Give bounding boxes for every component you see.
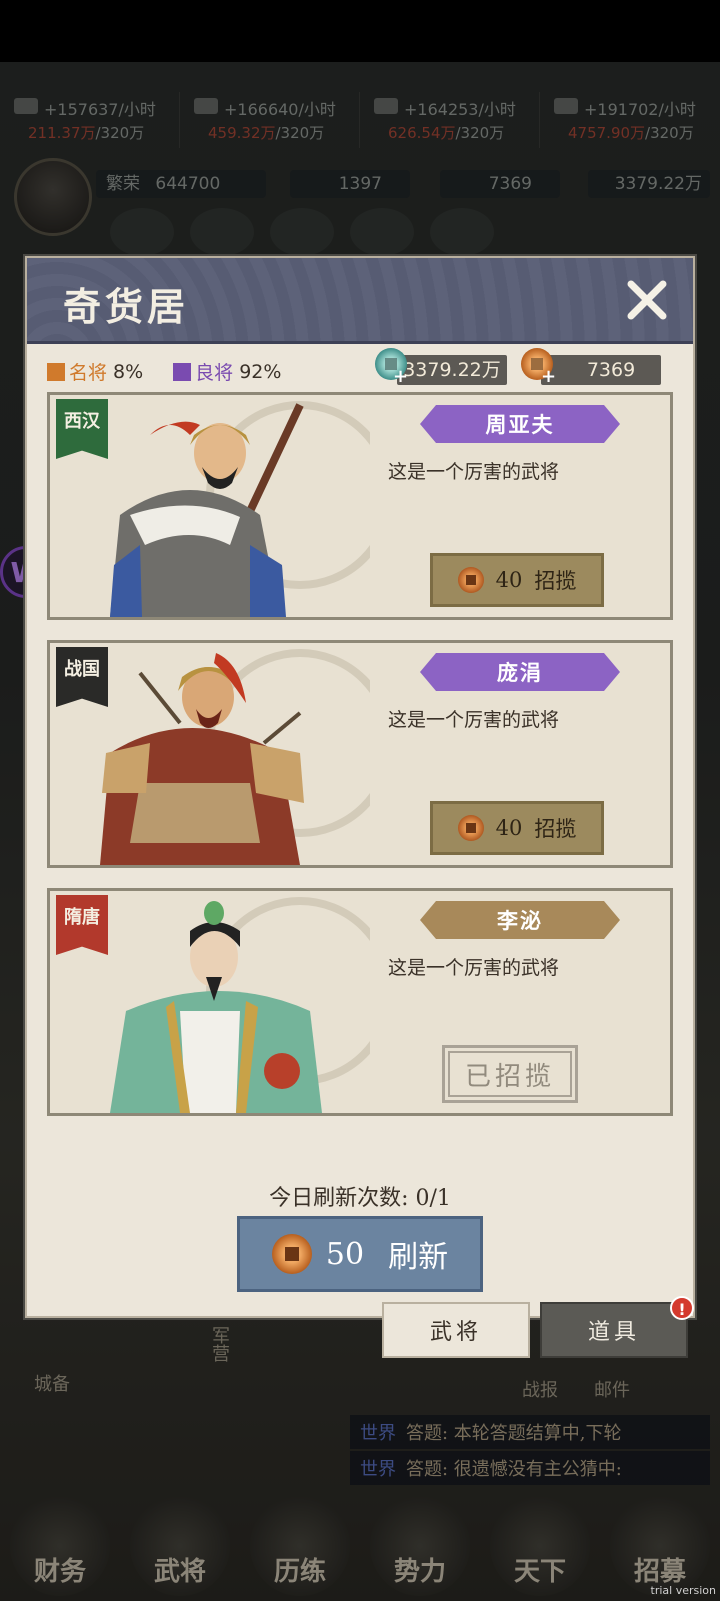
alert-badge-icon: ! [670,1296,694,1320]
copper-coin-icon [271,1234,312,1274]
recruit-cost: 40 [495,568,523,592]
close-icon [627,280,667,320]
refresh-label: 刷新 [388,1240,449,1275]
recruited-stamp: 已招揽 [442,1045,578,1103]
era-tag: 隋唐 [56,895,108,955]
refresh-cost: 50 [325,1236,365,1272]
copper-coin-icon [457,815,484,841]
general-card: 战国 庞涓 这是一个厉害的武将 40 招揽 [47,640,673,868]
general-name: 周亚夫 [420,405,620,443]
copper-display: 7369 [541,355,661,385]
recruit-label: 招揽 [534,817,577,841]
dialog-header: 奇货居 [27,258,693,344]
copper-coin-icon [457,567,484,593]
general-name: 李泌 [420,901,620,939]
general-name: 庞涓 [420,653,620,691]
tab-items[interactable]: 道具 [540,1302,688,1358]
good-swatch [173,362,192,381]
era-tag: 西汉 [56,399,108,459]
legendary-rate: 8% [113,360,144,383]
rarity-rates: 名将 8% 良将 92% [47,358,281,385]
general-card: 西汉 周亚夫 这是一个厉害的武将 40 招揽 [47,392,673,620]
general-desc: 这是一个厉害的武将 [388,709,560,731]
refresh-count: 今日刷新次数: 0/1 [269,1186,451,1211]
silver-display: 3379.22万 [397,355,507,385]
good-label: 良将 [195,362,234,384]
refresh-button[interactable]: 50 刷新 [237,1216,483,1292]
recruit-button[interactable]: 40 招揽 [430,553,604,607]
tab-generals[interactable]: 武将 [382,1302,530,1358]
add-silver-icon[interactable]: + [393,366,408,387]
recruit-label: 招揽 [534,569,577,593]
trial-watermark: trial version [650,1584,716,1597]
dialog-title: 奇货居 [63,284,190,329]
general-desc: 这是一个厉害的武将 [388,461,560,483]
recruit-button[interactable]: 40 招揽 [430,801,604,855]
shop-dialog: 奇货居 名将 8% 良将 92% 3379.22万 + 7369 + 西汉 周亚… [25,256,695,1318]
legendary-swatch [47,362,65,381]
general-desc: 这是一个厉害的武将 [388,957,560,979]
status-bar [0,0,720,62]
general-card: 隋唐 李泌 这是一个厉害的武将 已招揽 [47,888,673,1116]
recruit-cost: 40 [495,816,523,840]
legendary-label: 名将 [69,362,108,384]
good-rate: 92% [239,360,282,383]
close-button[interactable] [621,274,673,326]
add-copper-icon[interactable]: + [541,366,556,387]
era-tag: 战国 [56,647,108,707]
